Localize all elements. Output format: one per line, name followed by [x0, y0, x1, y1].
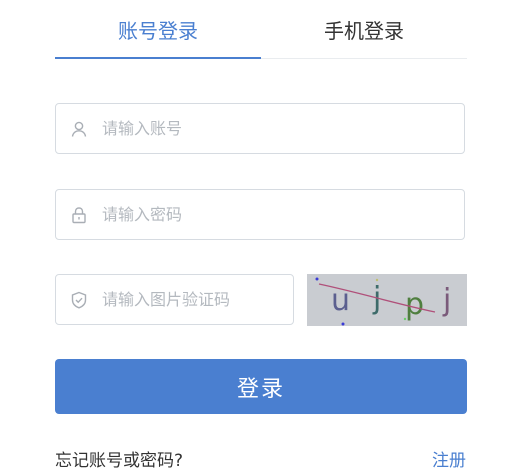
register-link[interactable]: 注册: [432, 446, 466, 471]
login-button[interactable]: 登录: [55, 359, 467, 414]
active-tab-indicator: [55, 57, 261, 59]
tab-phone-login[interactable]: 手机登录: [261, 0, 467, 58]
account-input[interactable]: [102, 104, 454, 153]
captcha-image[interactable]: u j p j: [307, 274, 467, 326]
lock-icon: [72, 206, 86, 223]
login-tabs: 账号登录 手机登录: [55, 0, 467, 59]
svg-text:p: p: [405, 287, 424, 322]
svg-text:j: j: [442, 283, 451, 318]
password-field[interactable]: [55, 189, 465, 240]
tab-account-login[interactable]: 账号登录: [55, 0, 261, 58]
captcha-input[interactable]: [102, 275, 283, 324]
account-field[interactable]: [55, 103, 465, 154]
shield-icon: [71, 291, 87, 309]
forgot-password-link[interactable]: 忘记账号或密码?: [55, 446, 183, 471]
login-button-label: 登录: [236, 376, 285, 402]
password-input[interactable]: [102, 190, 454, 239]
captcha-graphic: u j p j: [315, 277, 451, 326]
captcha-field[interactable]: [55, 274, 294, 325]
tab-phone-login-label: 手机登录: [324, 18, 404, 43]
user-icon: [71, 121, 87, 137]
tab-account-login-label: 账号登录: [118, 18, 198, 43]
